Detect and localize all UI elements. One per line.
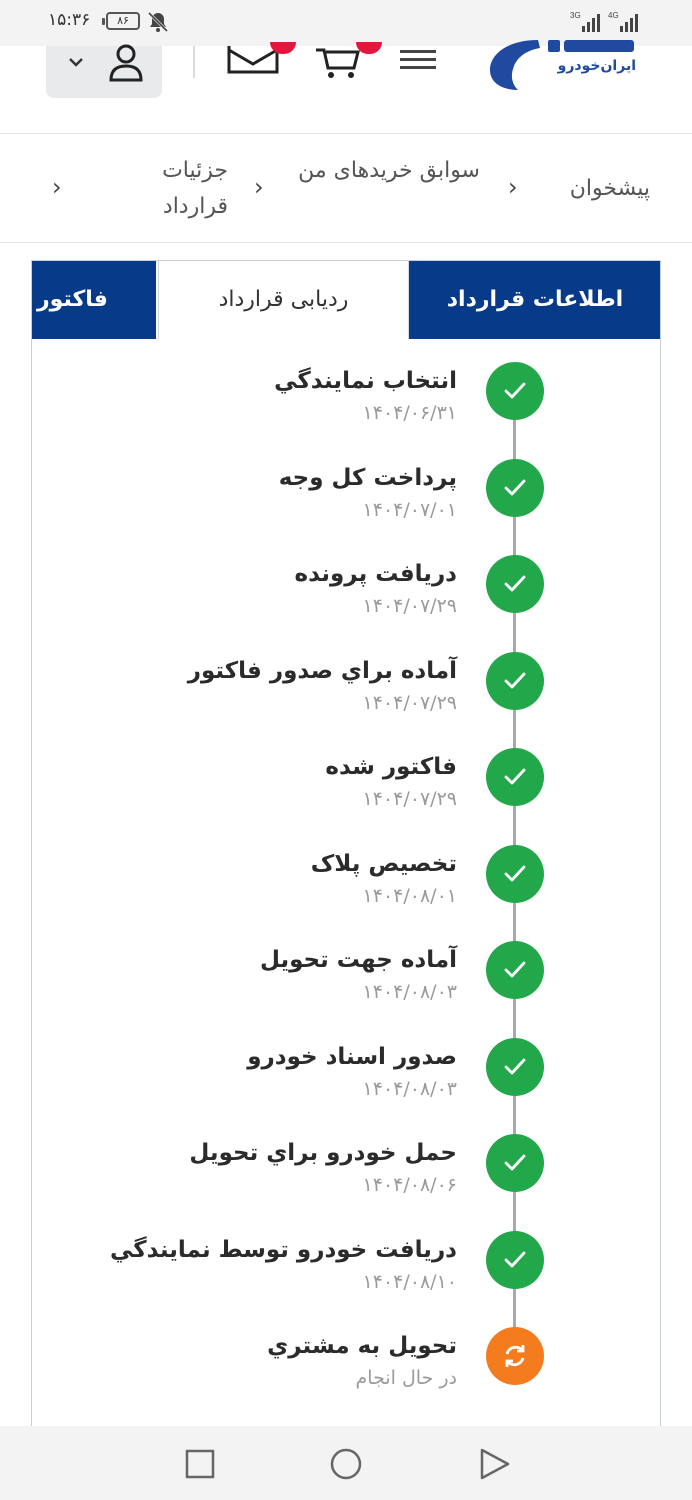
check-icon xyxy=(486,941,544,999)
check-icon xyxy=(486,555,544,613)
timeline-step: تخصيص پلاک ۱۴۰۴/۰۸/۰۱ xyxy=(60,844,620,935)
signal-icon: 4G xyxy=(608,11,638,32)
step-title: دريافت خودرو توسط نمايندگي xyxy=(109,1236,457,1263)
timeline-step: آماده جهت تحويل ۱۴۰۴/۰۸/۰۳ xyxy=(60,941,620,1031)
breadcrumb-chevron-icon: › xyxy=(52,173,62,201)
timeline-step: حمل خودرو براي تحويل ۱۴۰۴/۰۸/۰۶ xyxy=(60,1134,620,1224)
step-title: حمل خودرو براي تحويل xyxy=(189,1140,457,1166)
chevron-down-icon xyxy=(69,58,83,67)
timeline-step: تحويل به مشتري در حال انجام xyxy=(60,1327,620,1417)
signal-icon: 3G xyxy=(570,11,600,32)
network-2-label: 4G xyxy=(608,11,619,20)
step-date: ۱۴۰۴/۰۸/۰۱ xyxy=(362,884,457,907)
network-1-label: 3G xyxy=(570,11,581,20)
check-icon xyxy=(486,651,544,710)
logo-text: ايران‌خودرو xyxy=(557,58,636,74)
step-title: دريافت پرونده xyxy=(294,561,457,587)
breadcrumb-purchase-history[interactable]: سوابق خریدهای من xyxy=(296,153,480,189)
timeline-step: دريافت خودرو توسط نمايندگي ۱۴۰۴/۰۸/۱۰ xyxy=(60,1230,620,1321)
step-date: ۱۴۰۴/۰۸/۱۰ xyxy=(362,1270,457,1293)
check-icon xyxy=(486,458,544,517)
step-title: آماده براي صدور فاکتور xyxy=(187,657,457,684)
breadcrumb-home[interactable]: پیشخوان xyxy=(546,171,650,207)
step-title: پرداخت کل وجه xyxy=(278,464,457,491)
timeline-step: پرداخت کل وجه ۱۴۰۴/۰۷/۰۱ xyxy=(60,458,620,549)
tab-invoice[interactable]: فاکتور xyxy=(32,261,156,339)
breadcrumb-chevron-icon: › xyxy=(508,173,518,201)
tab-contract-tracking[interactable]: ردیابی قرارداد xyxy=(158,261,409,339)
header-divider xyxy=(193,46,195,78)
step-date: ۱۴۰۴/۰۸/۰۳ xyxy=(362,1077,457,1100)
check-icon xyxy=(486,1230,544,1289)
step-date: ۱۴۰۴/۰۸/۰۳ xyxy=(362,981,457,1003)
refresh-icon xyxy=(486,1327,544,1385)
step-date: ۱۴۰۴/۰۸/۰۶ xyxy=(362,1174,457,1196)
step-status: در حال انجام xyxy=(355,1367,457,1389)
user-icon xyxy=(109,44,143,82)
timeline-step: صدور اسناد خودرو ۱۴۰۴/۰۸/۰۳ xyxy=(60,1037,620,1128)
timeline-step: دريافت پرونده ۱۴۰۴/۰۷/۲۹ xyxy=(60,555,620,645)
step-date: ۱۴۰۴/۰۷/۰۱ xyxy=(362,498,457,521)
step-title: فاکتور شده xyxy=(325,754,457,780)
company-logo[interactable]: ايران‌خودرو xyxy=(488,40,648,92)
site-header: ايران‌خودرو xyxy=(0,40,692,134)
timeline-step: انتخاب نمايندگي ۱۴۰۴/۰۶/۳۱ xyxy=(60,362,620,452)
cart-icon[interactable] xyxy=(314,46,362,80)
timeline-step: فاکتور شده ۱۴۰۴/۰۷/۲۹ xyxy=(60,748,620,838)
contract-tabs: اطلاعات قرارداد ردیابی قرارداد فاکتور xyxy=(31,260,661,339)
recent-apps-icon[interactable] xyxy=(180,1444,220,1484)
status-time: ۱۵:۳۶ xyxy=(48,10,91,30)
back-icon[interactable] xyxy=(474,1444,514,1484)
breadcrumb: پیشخوان › سوابق خریدهای من › جزئیات قرار… xyxy=(0,135,692,243)
battery-icon: ۸۶ xyxy=(102,12,140,30)
breadcrumb-chevron-icon: › xyxy=(254,173,264,201)
step-title: تحويل به مشتري xyxy=(267,1333,457,1359)
home-icon[interactable] xyxy=(326,1444,366,1484)
user-menu-button[interactable] xyxy=(46,44,162,98)
check-icon xyxy=(486,748,544,806)
step-title: آماده جهت تحويل xyxy=(259,947,457,973)
breadcrumb-contract-details[interactable]: جزئیات قرارداد xyxy=(120,153,228,225)
step-title: تخصيص پلاک xyxy=(310,850,457,877)
mail-icon[interactable] xyxy=(226,46,280,78)
step-date: ۱۴۰۴/۰۷/۲۹ xyxy=(362,595,457,617)
check-icon xyxy=(486,1134,544,1192)
timeline-step: آماده براي صدور فاکتور ۱۴۰۴/۰۷/۲۹ xyxy=(60,651,620,742)
check-icon xyxy=(486,844,544,903)
step-title: انتخاب نمايندگي xyxy=(274,368,457,394)
system-nav-bar xyxy=(0,1426,692,1500)
menu-icon[interactable] xyxy=(398,48,438,72)
step-date: ۱۴۰۴/۰۷/۲۹ xyxy=(362,788,457,810)
check-icon xyxy=(486,1037,544,1096)
step-title: صدور اسناد خودرو xyxy=(247,1043,457,1070)
bell-off-icon xyxy=(147,11,169,33)
tab-contract-info[interactable]: اطلاعات قرارداد xyxy=(409,261,660,339)
step-date: ۱۴۰۴/۰۷/۲۹ xyxy=(362,691,457,714)
step-date: ۱۴۰۴/۰۶/۳۱ xyxy=(362,402,457,424)
check-icon xyxy=(486,362,544,420)
